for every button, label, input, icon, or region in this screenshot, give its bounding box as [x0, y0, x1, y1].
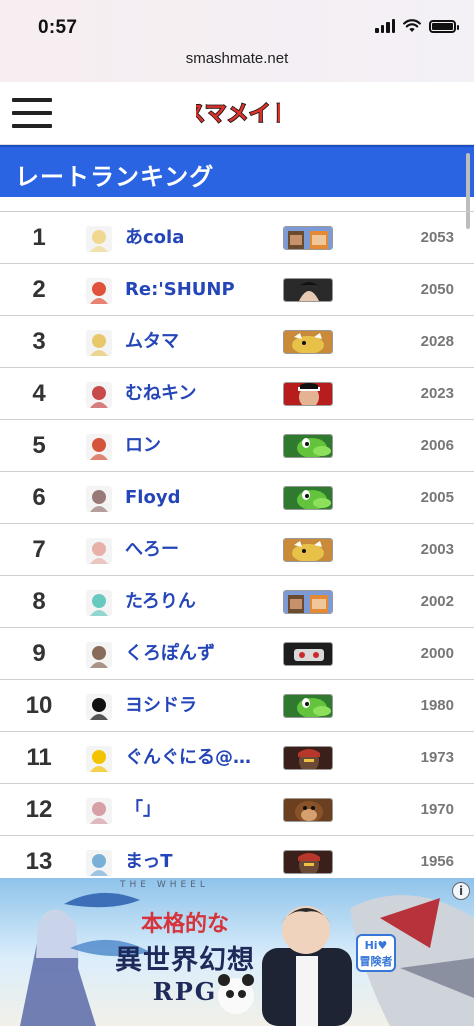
ranking-row[interactable]: 1 あcola 2053 [0, 212, 474, 264]
player-name-link[interactable]: たろりん [125, 576, 196, 628]
player-rating: 1973 [420, 749, 454, 766]
player-name-link[interactable]: Re:'SHUNP [125, 264, 235, 316]
status-icons [375, 19, 459, 33]
player-rating: 2023 [420, 385, 454, 402]
ranking-row[interactable]: 8 たろりん 2002 [0, 576, 474, 628]
ranking-row[interactable]: 12 「」 1970 [0, 784, 474, 836]
ad-headline-line1: 本格的な [140, 911, 229, 937]
fighter-dk-icon [283, 798, 333, 822]
rank-number: 8 [32, 588, 46, 615]
rank-number: 11 [26, 744, 52, 771]
site-header: スマメイト [0, 82, 474, 145]
wifi-icon [403, 19, 421, 32]
rank-number: 6 [32, 484, 46, 511]
ranking-list: 1 あcola 2053 2 Re:'SHUNP 2050 3 ムタマ 2028 4 むねキン 202… [0, 211, 474, 888]
player-avatar[interactable] [86, 434, 112, 460]
player-avatar[interactable] [86, 694, 112, 720]
fighter-yoshi-icon [283, 434, 333, 458]
fighter-ganondorf-icon [283, 850, 333, 874]
ad-headline-line3: RPG [152, 977, 218, 1006]
ad-info-icon[interactable]: i [452, 882, 470, 900]
player-name-link[interactable]: ヨシドラ [125, 680, 197, 732]
ranking-row[interactable]: 3 ムタマ 2028 [0, 316, 474, 368]
ranking-row[interactable]: 11 ぐんぐにる@… 1973 [0, 732, 474, 784]
rank-number: 7 [32, 536, 46, 563]
menu-hamburger-icon[interactable] [12, 98, 52, 128]
player-avatar[interactable] [86, 538, 112, 564]
ranking-row[interactable]: 6 Floyd 2005 [0, 472, 474, 524]
ranking-row[interactable]: 7 へろー 2003 [0, 524, 474, 576]
ranking-row[interactable]: 4 むねキン 2023 [0, 368, 474, 420]
fighter-bowser-icon [283, 538, 333, 562]
player-name-link[interactable]: ぐんぐにる@… [125, 732, 251, 784]
player-name-link[interactable]: ムタマ [125, 316, 179, 368]
page-title: レートランキング [15, 163, 215, 191]
fighter-bowser-icon [283, 330, 333, 354]
ranking-row[interactable]: 10 ヨシドラ 1980 [0, 680, 474, 732]
player-avatar[interactable] [86, 590, 112, 616]
fighter-ganondorf-icon [283, 746, 333, 770]
player-avatar[interactable] [86, 226, 112, 252]
site-logo[interactable]: スマメイト [196, 94, 280, 130]
fighter-rob-icon [283, 642, 333, 666]
player-rating: 2053 [420, 229, 454, 246]
player-rating: 1980 [420, 697, 454, 714]
ad-subtitle-deco: THE WHEEL [120, 880, 209, 890]
cellular-signal-icon [375, 19, 395, 33]
rank-number: 9 [32, 640, 46, 667]
player-avatar[interactable] [86, 486, 112, 512]
player-name-link[interactable]: ロン [125, 420, 161, 472]
ad-headline: 本格的な 異世界幻想 RPG [100, 906, 270, 1006]
rank-number: 1 [32, 224, 46, 251]
fighter-yoshi-icon [283, 694, 333, 718]
player-avatar[interactable] [86, 278, 112, 304]
player-name-link[interactable]: 「」 [125, 784, 161, 836]
player-rating: 2000 [420, 645, 454, 662]
player-avatar[interactable] [86, 746, 112, 772]
battery-icon [429, 19, 459, 33]
player-rating: 2005 [420, 489, 454, 506]
fighter-steve-icon [283, 226, 333, 250]
rank-number: 5 [32, 432, 46, 459]
player-rating: 2028 [420, 333, 454, 350]
player-rating: 2050 [420, 281, 454, 298]
ranking-row[interactable]: 2 Re:'SHUNP 2050 [0, 264, 474, 316]
ad-headline-line2: 異世界幻想 [115, 945, 255, 976]
player-rating: 2006 [420, 437, 454, 454]
fighter-hero-icon [283, 278, 333, 302]
rank-number: 3 [32, 328, 46, 355]
rank-number: 4 [32, 380, 46, 407]
player-avatar[interactable] [86, 798, 112, 824]
address-bar-url[interactable]: smashmate.net [0, 50, 474, 67]
ranking-row[interactable]: 9 くろぽんず 2000 [0, 628, 474, 680]
fighter-ryu-icon [283, 382, 333, 406]
player-avatar[interactable] [86, 330, 112, 356]
ad-greeting-badge: Hi♥ 冒険者 [356, 934, 396, 972]
player-name-link[interactable]: むねキン [125, 368, 196, 420]
player-name-link[interactable]: Floyd [125, 472, 180, 524]
ranking-title-band: レートランキング [0, 145, 474, 197]
player-rating: 2002 [420, 593, 454, 610]
player-rating: 1970 [420, 801, 454, 818]
player-rating: 2003 [420, 541, 454, 558]
player-avatar[interactable] [86, 850, 112, 876]
svg-text:スマメイト: スマメイト [196, 102, 280, 127]
rank-number: 2 [32, 276, 46, 303]
fighter-yoshi-icon [283, 486, 333, 510]
advertisement-banner[interactable]: THE WHEEL 本格的な 異世界幻想 RPG Hi♥ 冒険者 i [0, 878, 474, 1026]
status-bar: 0:57 smashmate.net [0, 0, 474, 82]
player-name-link[interactable]: へろー [125, 524, 179, 576]
player-name-link[interactable]: くろぽんず [125, 628, 215, 680]
ranking-row[interactable]: 5 ロン 2006 [0, 420, 474, 472]
player-name-link[interactable]: あcola [125, 212, 184, 264]
player-avatar[interactable] [86, 382, 112, 408]
rank-number: 10 [25, 692, 53, 719]
fighter-steve-icon [283, 590, 333, 614]
rank-number: 12 [25, 796, 53, 823]
status-time: 0:57 [38, 17, 78, 38]
player-avatar[interactable] [86, 642, 112, 668]
